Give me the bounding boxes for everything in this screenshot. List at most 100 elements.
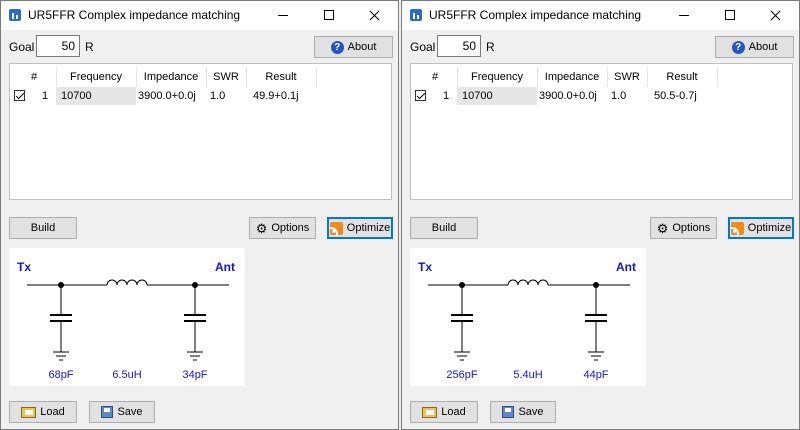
swr-cell: 1.0 — [611, 90, 627, 102]
options-button-label: Options — [271, 222, 310, 234]
column-header-frequency[interactable]: Frequency — [56, 68, 136, 86]
save-icon — [101, 406, 114, 418]
options-button[interactable]: ⚙ Options — [650, 217, 717, 239]
row-enable-checkbox[interactable] — [14, 90, 25, 101]
column-divider — [316, 67, 317, 87]
optimize-button[interactable]: Optimize — [728, 217, 794, 239]
capacitor-c2-value: 44pF — [583, 369, 609, 381]
column-divider — [717, 67, 718, 87]
row-number: 1 — [42, 90, 49, 102]
impedance-cell[interactable]: 3900.0+0.0j — [539, 87, 597, 105]
column-header-frequency[interactable]: Frequency — [457, 68, 537, 86]
tx-label: Tx — [17, 260, 32, 274]
inductor-value: 5.4uH — [513, 369, 543, 381]
column-header-number[interactable]: # — [425, 68, 445, 86]
goal-label: Goal — [9, 40, 35, 54]
column-header-result[interactable]: Result — [647, 68, 717, 86]
build-button-label: Build — [431, 222, 457, 234]
result-cell: 50.5-0.7j — [654, 90, 697, 102]
minimize-button[interactable] — [661, 1, 707, 30]
inductor-coil — [106, 279, 148, 286]
optimize-icon — [730, 221, 744, 235]
frequency-cell[interactable]: 10700 — [56, 87, 136, 105]
result-cell: 49.9+0.1j — [253, 90, 299, 102]
about-button[interactable]: ? About — [314, 36, 393, 58]
column-divider — [537, 67, 538, 87]
gear-icon: ⚙ — [255, 220, 268, 236]
column-divider — [607, 67, 608, 87]
folder-open-icon — [422, 406, 438, 418]
load-button[interactable]: Load — [410, 401, 478, 423]
maximize-button[interactable] — [306, 1, 352, 30]
inductor-coil — [507, 279, 549, 286]
column-divider — [457, 67, 458, 87]
capacitor-c1-value: 68pF — [48, 369, 74, 381]
capacitor-c2-value: 34pF — [182, 369, 208, 381]
save-button-label: Save — [117, 406, 143, 418]
options-button-label: Options — [672, 222, 711, 234]
folder-open-icon — [21, 406, 37, 418]
column-divider — [56, 67, 57, 87]
app-icon — [410, 9, 422, 21]
inductor-value: 6.5uH — [112, 369, 142, 381]
junction-dot — [459, 282, 465, 288]
about-button-label: About — [748, 41, 778, 53]
goal-unit-label: R — [486, 40, 495, 54]
maximize-button[interactable] — [707, 1, 753, 30]
junction-dot — [58, 282, 64, 288]
column-divider — [647, 67, 648, 87]
save-button[interactable]: Save — [89, 401, 155, 423]
column-header-swr[interactable]: SWR — [206, 68, 246, 86]
impedance-cell[interactable]: 3900.0+0.0j — [138, 87, 196, 105]
matching-network-diagram — [27, 279, 229, 361]
title-bar[interactable]: UR5FFR Complex impedance matching — [402, 1, 799, 30]
optimize-button-label: Optimize — [346, 222, 391, 234]
save-icon — [502, 406, 515, 418]
minimize-button[interactable] — [260, 1, 306, 30]
tx-label: Tx — [418, 260, 433, 274]
optimize-icon — [329, 221, 343, 235]
title-bar[interactable]: UR5FFR Complex impedance matching — [1, 1, 398, 30]
schematic-panel: Tx Ant 68pF 6.5uH 34pF — [9, 248, 245, 386]
junction-dot — [192, 282, 198, 288]
help-icon: ? — [731, 40, 745, 54]
goal-label: Goal — [410, 40, 436, 54]
column-header-impedance[interactable]: Impedance — [537, 68, 607, 86]
about-button[interactable]: ? About — [715, 36, 794, 58]
save-button[interactable]: Save — [490, 401, 556, 423]
frequency-table[interactable]: # Frequency Impedance SWR Result 1 10700… — [9, 63, 392, 200]
column-divider — [136, 67, 137, 87]
matching-network-diagram — [428, 279, 630, 361]
row-number: 1 — [443, 90, 450, 102]
gear-icon: ⚙ — [656, 220, 669, 236]
load-button-label: Load — [441, 406, 466, 418]
app-window-left: UR5FFR Complex impedance matching Goal R… — [0, 0, 399, 430]
build-button[interactable]: Build — [9, 217, 77, 239]
junction-dot — [593, 282, 599, 288]
build-button-label: Build — [30, 222, 56, 234]
column-header-result[interactable]: Result — [246, 68, 316, 86]
close-button[interactable] — [753, 1, 799, 30]
save-button-label: Save — [518, 406, 544, 418]
ant-label: Ant — [215, 260, 235, 274]
load-button-label: Load — [40, 406, 65, 418]
window-title: UR5FFR Complex impedance matching — [429, 8, 642, 22]
close-button[interactable] — [352, 1, 398, 30]
goal-unit-label: R — [85, 40, 94, 54]
row-enable-checkbox[interactable] — [415, 90, 426, 101]
goal-input[interactable] — [36, 35, 80, 57]
swr-cell: 1.0 — [210, 90, 226, 102]
column-header-swr[interactable]: SWR — [607, 68, 647, 86]
goal-input[interactable] — [437, 35, 481, 57]
schematic-panel: Tx Ant 256pF 5.4uH 44pF — [410, 248, 646, 386]
build-button[interactable]: Build — [410, 217, 478, 239]
optimize-button[interactable]: Optimize — [327, 217, 393, 239]
load-button[interactable]: Load — [9, 401, 77, 423]
ant-label: Ant — [616, 260, 636, 274]
window-title: UR5FFR Complex impedance matching — [28, 8, 241, 22]
column-header-impedance[interactable]: Impedance — [136, 68, 206, 86]
options-button[interactable]: ⚙ Options — [249, 217, 316, 239]
frequency-table[interactable]: # Frequency Impedance SWR Result 1 10700… — [410, 63, 793, 200]
column-header-number[interactable]: # — [24, 68, 44, 86]
frequency-cell[interactable]: 10700 — [457, 87, 537, 105]
